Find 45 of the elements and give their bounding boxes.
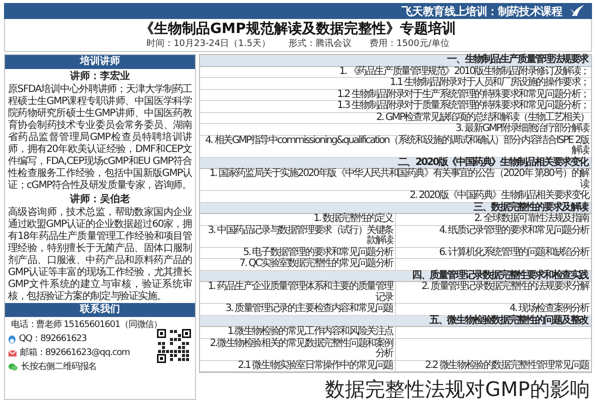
course-format: 形式：腾讯会议 [288,38,352,50]
section-heading: 一、生物制品生产质量管理法规要求 [200,55,591,66]
speaker-bio: 原SFDA培训中心外聘讲师；天津大学制药工程硕士生GMP课程专职讲师、中国医学科学院药物研究所硕士生GMP讲师、中国医药教育协会制药技术专业委员会常务委员、湖南省药品监督管理局GMP检查员特聘培训讲师，拥有20年欧美认证经验，DMF和CEP文件编写，FDA,CEP现场cGMP和EU GMP符合性检查服务工作经验，包括中国新版GMP认证；cGMP符合性及研发质量专家，咨询师。 [6,84,194,192]
agenda-item: 1. 《药品生产质量管理规范》2010版生物制品附录修订及解读； [338,66,590,76]
agenda-item: 3. 最新GMP附录细胞治疗部分解读 [454,124,590,134]
agenda-item: 1.1 生物制品附录对于人员和厂房设施的操作要求； [388,78,590,88]
envelope-icon [8,350,17,356]
agenda-item: 2.2 微生物检验的数据完整性管理常见问题 [395,360,591,371]
speaker-bio: 高级咨询师，技术总监，帮助数家国内企业通过欧盟GMP认证的企业数据超过60家，拥有18年药品生产质量管理工作经验和项目管理经验，特别擅长于无菌产品、固体口服制剂产品、口服液、中药产品和原料药产品的GMP认证等丰富的现场工作经验，尤其擅长GMP文件系统的建立与审核，验证系统审核，包括验证方案的制定与验证实施。 [7,207,194,303]
agenda-item: 5. 电子数据管理的要求和常见问题分析 [242,248,394,258]
agenda-item: 4. 纸质记录管理的要求和常见问题分析 [395,226,591,246]
section-heading: 二、2020版《中国药典》生物制品相关要求变化 [200,158,591,169]
agenda-item: 2. GMP检查常见缺陷项的总结和解读（生物工艺相关） [375,112,589,122]
speaker-name: 讲师：吴伯老 [68,192,131,206]
chat-bubble-icon [8,363,18,371]
agenda-item: 3. 中国药品记录与数据管理要求（试行）关键条款解读 [206,226,394,246]
section-heading: 三、数据完整性的要求及解读 [200,202,591,214]
agenda-item: 6. 计算机化系统管理的问题和缺陷分析 [395,248,591,258]
agenda-item: 1.2 生物制品附录对于生产系统管理的特殊要求和常见问题分析； [336,90,590,100]
agenda-item: 2. 2020版《中国药典》生物制品相关要求变化 [408,191,590,201]
agenda-item: 4. 现场检查案例分析 [395,304,591,314]
speaker-name: 讲师：李宏业 [68,70,131,84]
caption-text: 数据完整性法规对GMP的影响 [324,378,591,400]
agenda-item: 2. 全球数据可靠性法规及指南 [395,214,591,224]
agenda-item: 1. 数据完整性的定义 [312,214,394,224]
course-title: 《生物制品GMP规范解读及数据完整性》专题培训 [140,21,456,38]
agenda-item: 2.1 微生物实验室日常操作中的常见问题 [236,360,394,371]
course-fee: 费用：1500元/单位 [369,38,450,50]
agenda-item: 1.微生物检验的常见工作内容和风险关注点 [226,327,394,338]
section-heading: 培训讲师 [5,55,195,69]
header-title: 飞天教育线上培训：制药技术课程 [401,4,562,18]
agenda-item: 3. 质量管理记录的主要检查内容和常见问题 [224,304,394,314]
agenda-item: 2.微生物检验相关的常见数据完整性问题和案例分析 [208,338,394,360]
qr-code-icon [156,328,192,364]
agenda-item: 4. 相关GMP指导中commissioning&qualification（系统和设施的调试和确认）部分内容结合ISPE 2版解读 [204,136,590,156]
section-heading: 五、微生物检验数据完整性的问题及整改 [200,316,591,327]
agenda-item: 1.3 生物制品附录对于质量系统管理的特殊要求和常见问题分析； [336,101,590,112]
course-time: 时间：10月23-24日（1.5天） [146,38,270,50]
contact-text: 长按右侧二维码报名 [21,361,97,373]
contact-text: 电话：曹老师 15165601601（同微信） [11,319,162,331]
section-heading: 联系我们 [5,303,195,317]
section-heading: 四、质量管理记录数据完整性要求和检查实践 [200,270,591,282]
contact-text: QQ：892661623 [19,333,87,345]
contact-text: 邮箱：892661623@qq.com [20,347,130,359]
agenda-item: 1. 药品生产企业质量管理体系和主要的质量管理记录 [206,282,394,302]
